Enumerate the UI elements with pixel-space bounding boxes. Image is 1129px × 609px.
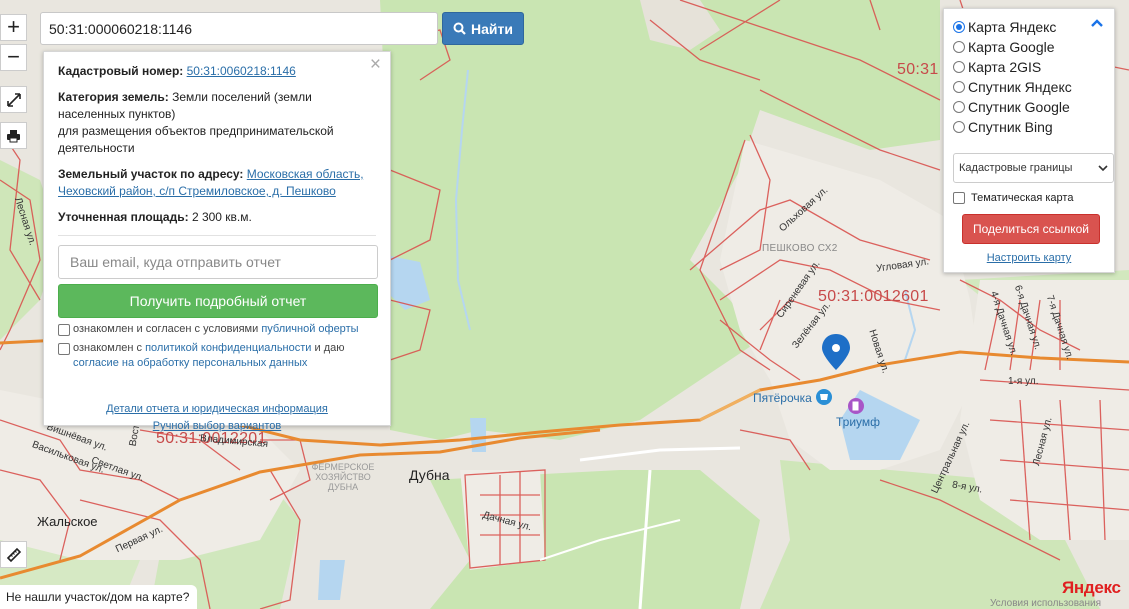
privacy-consent-checkbox[interactable]: ознакомлен с политикой конфиденциальност… — [58, 341, 376, 371]
radio-button[interactable] — [953, 41, 965, 53]
cad-number-label: Кадастровый номер: — [58, 64, 184, 78]
base-map-options: Карта Яндекс Карта Google Карта 2GIS Спу… — [953, 17, 1105, 137]
fullscreen-button[interactable] — [0, 86, 27, 113]
parcel-info-panel: × Кадастровый номер: 50:31:0060218:1146 … — [43, 51, 391, 432]
layer-option-label: Спутник Bing — [968, 119, 1053, 135]
divider — [58, 235, 376, 236]
chevron-up-icon[interactable] — [1090, 18, 1104, 28]
offer-consent-text: ознакомлен и согласен с условиями публич… — [73, 322, 359, 337]
place-label-dubna: Дубна — [409, 467, 450, 483]
layer-option-label: Карта 2GIS — [968, 59, 1042, 75]
terms-link[interactable]: Условия использования — [990, 598, 1101, 609]
search-button-label: Найти — [471, 20, 513, 37]
consent-text: и даю — [314, 342, 345, 354]
layer-option-label: Карта Яндекс — [968, 19, 1057, 35]
radio-button[interactable] — [953, 81, 965, 93]
get-report-button[interactable]: Получить подробный отчет — [58, 284, 378, 318]
layer-option-bing-satellite[interactable]: Спутник Bing — [953, 117, 1105, 137]
print-button[interactable] — [0, 122, 27, 149]
search-input[interactable] — [40, 12, 438, 45]
consent-text: ознакомлен с — [73, 342, 143, 354]
thematic-map-checkbox[interactable]: Тематическая карта — [953, 192, 1105, 204]
cad-number-link[interactable]: 50:31:0060218:1146 — [187, 64, 296, 78]
zoom-out-button[interactable]: − — [0, 44, 27, 71]
layer-option-label: Спутник Яндекс — [968, 79, 1072, 95]
poi-label-triumf[interactable]: Триумф — [836, 415, 880, 429]
place-label-farm: ФЕРМЕРСКОЕ ХОЗЯЙСТВО ДУБНА — [311, 462, 375, 492]
layer-option-yandex-satellite[interactable]: Спутник Яндекс — [953, 77, 1105, 97]
offer-consent-checkbox[interactable]: ознакомлен и согласен с условиями публич… — [58, 322, 376, 337]
pyaterochka-icon[interactable] — [816, 389, 832, 405]
place-label-peshkovo: ПЕШКОВО СХ2 — [762, 243, 838, 254]
offer-link[interactable]: публичной оферты — [261, 323, 358, 335]
overlay-select[interactable]: Кадастровые границы — [953, 153, 1114, 183]
chevron-down-icon — [1098, 164, 1108, 171]
expand-icon — [6, 92, 21, 107]
cad-number-row: Кадастровый номер: 50:31:0060218:1146 — [58, 63, 376, 80]
radio-button[interactable] — [953, 61, 965, 73]
not-found-button[interactable]: Не нашли участок/дом на карте? — [0, 585, 198, 609]
privacy-consent-text: ознакомлен с политикой конфиденциальност… — [73, 341, 376, 371]
privacy-policy-link[interactable]: политикой конфиденциальности — [145, 342, 311, 354]
street-label: 1-я ул. — [1008, 376, 1039, 387]
radio-button[interactable] — [953, 21, 965, 33]
ruler-icon — [6, 547, 21, 562]
layer-option-google-satellite[interactable]: Спутник Google — [953, 97, 1105, 117]
share-link-button[interactable]: Поделиться ссылкой — [962, 214, 1100, 244]
print-icon — [7, 129, 20, 142]
cad-quarter-label: 50:31:0012601 — [818, 288, 929, 305]
area-row: Уточненная площадь: 2 300 кв.м. — [58, 209, 376, 226]
poi-label-pyaterochka[interactable]: Пятёрочка — [753, 391, 812, 405]
report-details-link[interactable]: Детали отчета и юридическая информация — [106, 403, 328, 415]
thematic-map-label: Тематическая карта — [971, 192, 1074, 204]
close-icon[interactable]: × — [370, 55, 381, 74]
zoom-in-button[interactable]: + — [0, 14, 27, 41]
radio-button[interactable] — [953, 101, 965, 113]
area-value: 2 300 кв.м. — [191, 210, 252, 224]
email-input[interactable] — [58, 245, 378, 279]
checkbox[interactable] — [953, 192, 965, 204]
info-links: Детали отчета и юридическая информация Р… — [58, 401, 376, 435]
search-button[interactable]: Найти — [442, 12, 524, 45]
address-row: Земельный участок по адресу: Московская … — [58, 166, 376, 200]
layer-option-google-map[interactable]: Карта Google — [953, 37, 1105, 57]
checkbox[interactable] — [58, 324, 70, 336]
layers-panel: Карта Яндекс Карта Google Карта 2GIS Спу… — [943, 8, 1115, 273]
consent-text: ознакомлен и согласен с условиями — [73, 323, 259, 335]
search-icon — [453, 22, 466, 35]
layer-option-label: Спутник Google — [968, 99, 1070, 115]
layer-option-label: Карта Google — [968, 39, 1055, 55]
area-label: Уточненная площадь: — [58, 210, 189, 224]
personal-data-consent-link[interactable]: согласие на обработку персональных данны… — [73, 357, 307, 369]
layer-option-2gis-map[interactable]: Карта 2GIS — [953, 57, 1105, 77]
place-label-zhalskoe: Жальское — [37, 514, 98, 529]
land-category-row: Категория земель: Земли поселений (земли… — [58, 89, 376, 157]
overlay-select-value: Кадастровые границы — [959, 162, 1073, 174]
land-category-label: Категория земель: — [58, 90, 169, 104]
address-label: Земельный участок по адресу: — [58, 167, 244, 181]
cad-quarter-label: 50:31 — [897, 61, 939, 78]
land-use-value: для размещения объектов предпринимательс… — [58, 124, 334, 155]
yandex-logo[interactable]: Яндекс — [1062, 578, 1121, 598]
radio-button[interactable] — [953, 121, 965, 133]
gas-station-icon[interactable] — [848, 398, 864, 414]
ruler-button[interactable] — [0, 541, 27, 568]
layer-option-yandex-map[interactable]: Карта Яндекс — [953, 17, 1105, 37]
configure-map-link[interactable]: Настроить карту — [953, 252, 1105, 264]
manual-selection-link[interactable]: Ручной выбор вариантов — [153, 420, 281, 432]
checkbox[interactable] — [58, 343, 70, 355]
